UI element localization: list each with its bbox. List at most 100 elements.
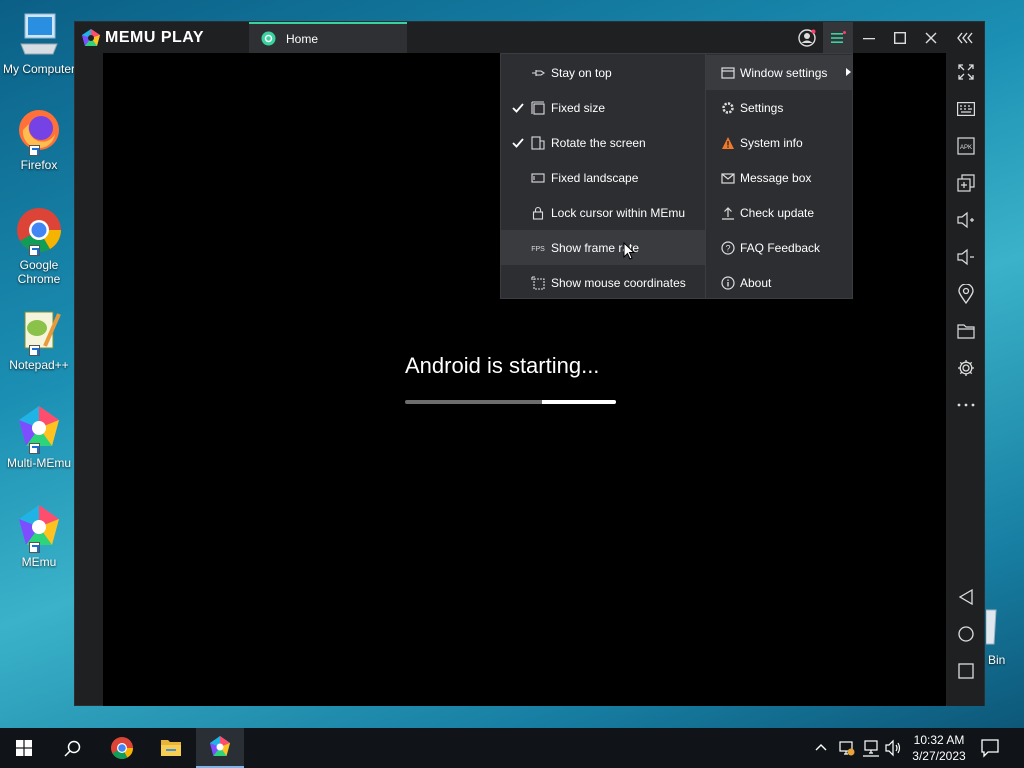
taskbar-chrome[interactable] xyxy=(98,728,146,768)
notepad-plus-plus-icon xyxy=(15,306,63,356)
back-button[interactable] xyxy=(955,586,977,608)
memu-logo-icon xyxy=(82,29,100,46)
menu-item-system-info[interactable]: System info xyxy=(706,125,852,160)
menu-button[interactable] xyxy=(823,22,853,53)
desktop-icon-label: Multi-MEmu xyxy=(6,456,71,470)
desktop-icon-label: MEmu xyxy=(21,555,57,569)
start-button[interactable] xyxy=(0,728,48,768)
menu-item-label: FAQ Feedback xyxy=(740,240,821,255)
desktop-icon-label: Bin xyxy=(988,653,1006,667)
desktop-icon-my-computer[interactable]: My Computer xyxy=(0,10,78,76)
warning-icon xyxy=(721,136,735,150)
menu-item-faq-feedback[interactable]: ? FAQ Feedback xyxy=(706,230,852,265)
account-button[interactable] xyxy=(792,22,822,53)
tab-home[interactable]: Home xyxy=(249,22,407,53)
rotate-icon xyxy=(531,135,545,150)
taskbar-file-explorer[interactable] xyxy=(147,728,195,768)
menu-item-window-settings[interactable]: Window settings xyxy=(706,55,852,90)
volume-icon xyxy=(885,739,901,757)
menu-item-fixed-size[interactable]: Fixed size xyxy=(501,90,705,125)
desktop-icon-label: My Computer xyxy=(2,62,76,76)
firefox-icon xyxy=(15,106,63,156)
volume-down-icon xyxy=(957,248,974,266)
boot-progress-fill xyxy=(542,400,616,404)
desktop-icon-firefox[interactable]: Firefox xyxy=(0,106,78,172)
search-button[interactable] xyxy=(48,728,96,768)
boot-message: Android is starting... xyxy=(405,353,600,378)
desktop-icon-recycle-bin[interactable]: Bin xyxy=(980,606,1024,667)
menu-item-show-mouse-coordinates[interactable]: Show mouse coordinates xyxy=(501,265,705,300)
volume-down-button[interactable] xyxy=(955,246,977,268)
menu-item-settings[interactable]: Settings xyxy=(706,90,852,125)
tray-volume[interactable] xyxy=(885,739,903,757)
minimize-button[interactable] xyxy=(854,22,884,53)
clock-date: 3/27/2023 xyxy=(912,749,966,763)
menu-item-stay-on-top[interactable]: Stay on top xyxy=(501,55,705,90)
maximize-icon xyxy=(894,31,906,44)
chrome-icon xyxy=(15,206,63,256)
lock-icon xyxy=(531,206,545,220)
desktop-icon-google-chrome[interactable]: Google Chrome xyxy=(0,206,78,286)
taskbar: 10:32 AM 3/27/2023 xyxy=(0,728,1024,768)
notification-button[interactable] xyxy=(980,738,1002,760)
submenu-arrow-icon xyxy=(846,68,851,76)
settings-icon xyxy=(958,360,974,376)
location-button[interactable] xyxy=(955,283,977,305)
multi-window-button[interactable] xyxy=(955,172,977,194)
menu-item-label: System info xyxy=(740,135,803,150)
keyboard-button[interactable] xyxy=(955,98,977,120)
desktop-icon-label: Google Chrome xyxy=(17,258,61,286)
desktop-icon-label: Notepad++ xyxy=(9,358,69,372)
taskbar-memu[interactable] xyxy=(196,728,244,768)
menu-item-label: Check update xyxy=(740,205,815,220)
recycle-bin-icon xyxy=(986,609,997,645)
folder-icon xyxy=(957,324,975,339)
fullscreen-button[interactable] xyxy=(955,61,977,83)
tray-overflow-button[interactable] xyxy=(814,740,830,756)
home-app-icon xyxy=(261,31,276,46)
tray-network[interactable] xyxy=(862,739,880,757)
apk-button[interactable]: APK xyxy=(955,135,977,157)
menu-item-label: Message box xyxy=(740,170,812,185)
collapse-sidebar-button[interactable] xyxy=(951,22,981,53)
svg-text:APK: APK xyxy=(960,145,972,151)
home-button[interactable] xyxy=(955,623,977,645)
svg-text:?: ? xyxy=(725,243,730,253)
menu-item-lock-cursor[interactable]: Lock cursor within MEmu xyxy=(501,195,705,230)
menu-item-fixed-landscape[interactable]: Fixed landscape xyxy=(501,160,705,195)
menu-item-message-box[interactable]: Message box xyxy=(706,160,852,195)
location-icon xyxy=(958,284,974,304)
menu-item-about[interactable]: About xyxy=(706,265,852,300)
menu-item-check-update[interactable]: Check update xyxy=(706,195,852,230)
menu-item-label: Fixed size xyxy=(551,100,606,115)
title-bar[interactable]: MEMU PLAY Home xyxy=(75,22,984,53)
more-button[interactable] xyxy=(955,394,977,416)
settings-button[interactable] xyxy=(955,357,977,379)
window-icon xyxy=(721,66,735,80)
menu-item-label: Settings xyxy=(740,100,784,115)
maximize-button[interactable] xyxy=(885,22,915,53)
desktop-icon-label: Firefox xyxy=(20,158,58,172)
menu-item-show-frame-rate[interactable]: FPS Show frame rate xyxy=(501,230,705,265)
my-computer-icon xyxy=(15,10,63,58)
tray-network-status[interactable] xyxy=(838,739,856,757)
menu-item-rotate-the-screen[interactable]: Rotate the screen xyxy=(501,125,705,160)
desktop-icon-memu[interactable]: MEmu xyxy=(0,503,78,569)
mail-icon xyxy=(721,171,735,185)
close-icon xyxy=(925,32,937,43)
desktop-icon-multi-memu[interactable]: Multi-MEmu xyxy=(0,404,78,470)
taskbar-clock[interactable]: 10:32 AM 3/27/2023 xyxy=(906,732,972,764)
right-toolbar: APK xyxy=(947,53,984,706)
desktop-icon-notepad-plus-plus[interactable]: Notepad++ xyxy=(0,306,78,372)
notification-icon xyxy=(981,739,999,758)
pin-icon xyxy=(531,66,545,80)
chevron-up-icon xyxy=(815,744,827,751)
folder-button[interactable] xyxy=(955,320,977,342)
window-settings-submenu: Stay on top Fixed size Rotate the screen… xyxy=(500,53,706,299)
recents-icon xyxy=(958,663,974,679)
multi-memu-icon xyxy=(15,404,63,454)
volume-up-button[interactable] xyxy=(955,209,977,231)
close-button[interactable] xyxy=(916,22,946,53)
recents-button[interactable] xyxy=(955,660,977,682)
account-icon xyxy=(798,28,816,47)
